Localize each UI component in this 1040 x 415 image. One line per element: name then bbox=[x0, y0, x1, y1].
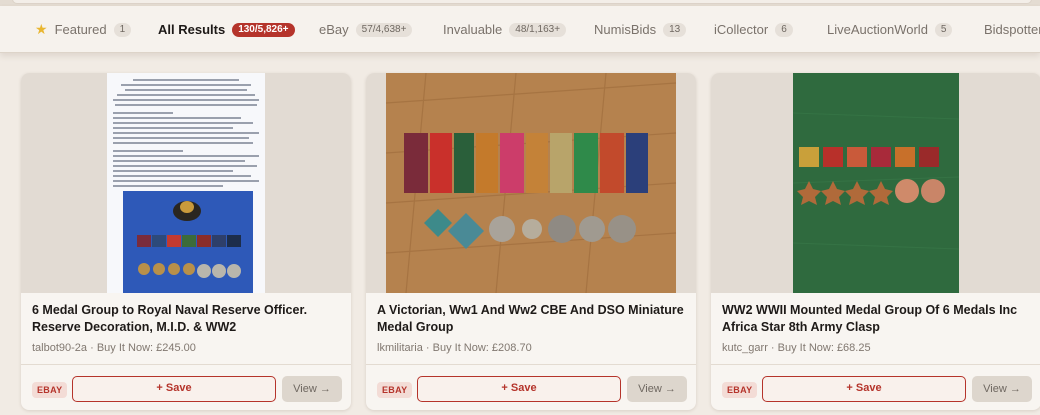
card-divider bbox=[366, 364, 696, 365]
tab-bidspotter[interactable]: Bidspotter bbox=[984, 6, 1040, 52]
tab-label: LiveAuctionWorld bbox=[827, 22, 928, 37]
listing-price: Buy It Now: £208.70 bbox=[432, 342, 532, 354]
source-tab-bar: ★ Featured 1 All Results 130/5,826+ eBay… bbox=[0, 6, 1040, 53]
tab-label: eBay bbox=[319, 22, 349, 37]
save-button[interactable]: + Save bbox=[762, 376, 966, 402]
seller-name: talbot90-2a bbox=[32, 342, 88, 354]
star-icon: ★ bbox=[35, 21, 48, 37]
listing-photo bbox=[385, 73, 677, 293]
tab-count-badge: 130/5,826+ bbox=[232, 22, 295, 37]
seller-name: kutc_garr bbox=[722, 342, 768, 354]
tab-all-results[interactable]: All Results 130/5,826+ bbox=[158, 6, 295, 52]
tab-liveauctionworld[interactable]: LiveAuctionWorld 5 bbox=[827, 6, 953, 52]
listing-meta: talbot90-2a · Buy It Now: £245.00 bbox=[32, 342, 196, 354]
listing-image[interactable] bbox=[366, 73, 696, 293]
tab-label: All Results bbox=[158, 22, 226, 37]
tab-label: Featured bbox=[54, 22, 107, 37]
listing-meta: kutc_garr · Buy It Now: £68.25 bbox=[722, 342, 871, 354]
tab-invaluable[interactable]: Invaluable 48/1,163+ bbox=[443, 6, 567, 52]
listing-photo bbox=[792, 73, 960, 293]
listing-title[interactable]: WW2 WWII Mounted Medal Group Of 6 Medals… bbox=[722, 302, 1034, 336]
save-button[interactable]: + Save bbox=[72, 376, 276, 402]
seller-name: lkmilitaria bbox=[377, 342, 423, 354]
listing-meta: lkmilitaria · Buy It Now: £208.70 bbox=[377, 342, 532, 354]
result-card[interactable]: A Victorian, Ww1 And Ww2 CBE And DSO Min… bbox=[366, 73, 696, 410]
listing-photo bbox=[107, 73, 265, 293]
source-badge: EBAY bbox=[377, 382, 413, 398]
card-divider bbox=[21, 364, 351, 365]
source-badge: EBAY bbox=[32, 382, 68, 398]
view-button[interactable]: View → bbox=[282, 376, 342, 402]
result-card[interactable]: WW2 WWII Mounted Medal Group Of 6 Medals… bbox=[711, 73, 1040, 410]
tab-count-badge: 13 bbox=[663, 22, 687, 37]
card-divider bbox=[711, 364, 1040, 365]
tab-label: Invaluable bbox=[443, 22, 503, 37]
tab-count-badge: 6 bbox=[775, 22, 793, 37]
listing-title[interactable]: 6 Medal Group to Royal Naval Reserve Off… bbox=[32, 302, 344, 336]
tab-featured[interactable]: ★ Featured 1 bbox=[35, 6, 132, 52]
listing-price: Buy It Now: £68.25 bbox=[777, 342, 871, 354]
listing-image[interactable] bbox=[21, 73, 351, 293]
tab-label: Bidspotter bbox=[984, 22, 1040, 37]
source-badge: EBAY bbox=[722, 382, 758, 398]
tab-count-badge: 5 bbox=[934, 22, 953, 37]
top-pill bbox=[12, 0, 1032, 4]
tab-count-badge: 1 bbox=[113, 22, 132, 37]
tab-label: iCollector bbox=[714, 22, 769, 37]
tab-count-badge: 57/4,638+ bbox=[355, 22, 413, 37]
listing-price: Buy It Now: £245.00 bbox=[96, 342, 196, 354]
listing-image[interactable] bbox=[711, 73, 1040, 293]
listing-title[interactable]: A Victorian, Ww1 And Ww2 CBE And DSO Min… bbox=[377, 302, 689, 336]
save-button[interactable]: + Save bbox=[417, 376, 621, 402]
view-button[interactable]: View → bbox=[627, 376, 687, 402]
view-button[interactable]: View → bbox=[972, 376, 1032, 402]
result-card[interactable]: 6 Medal Group to Royal Naval Reserve Off… bbox=[21, 73, 351, 410]
tab-numisbids[interactable]: NumisBids 13 bbox=[594, 6, 687, 52]
tab-icollector[interactable]: iCollector 6 bbox=[714, 6, 793, 52]
tab-ebay[interactable]: eBay 57/4,638+ bbox=[319, 6, 413, 52]
tab-label: NumisBids bbox=[594, 22, 657, 37]
tab-count-badge: 48/1,163+ bbox=[509, 22, 567, 37]
